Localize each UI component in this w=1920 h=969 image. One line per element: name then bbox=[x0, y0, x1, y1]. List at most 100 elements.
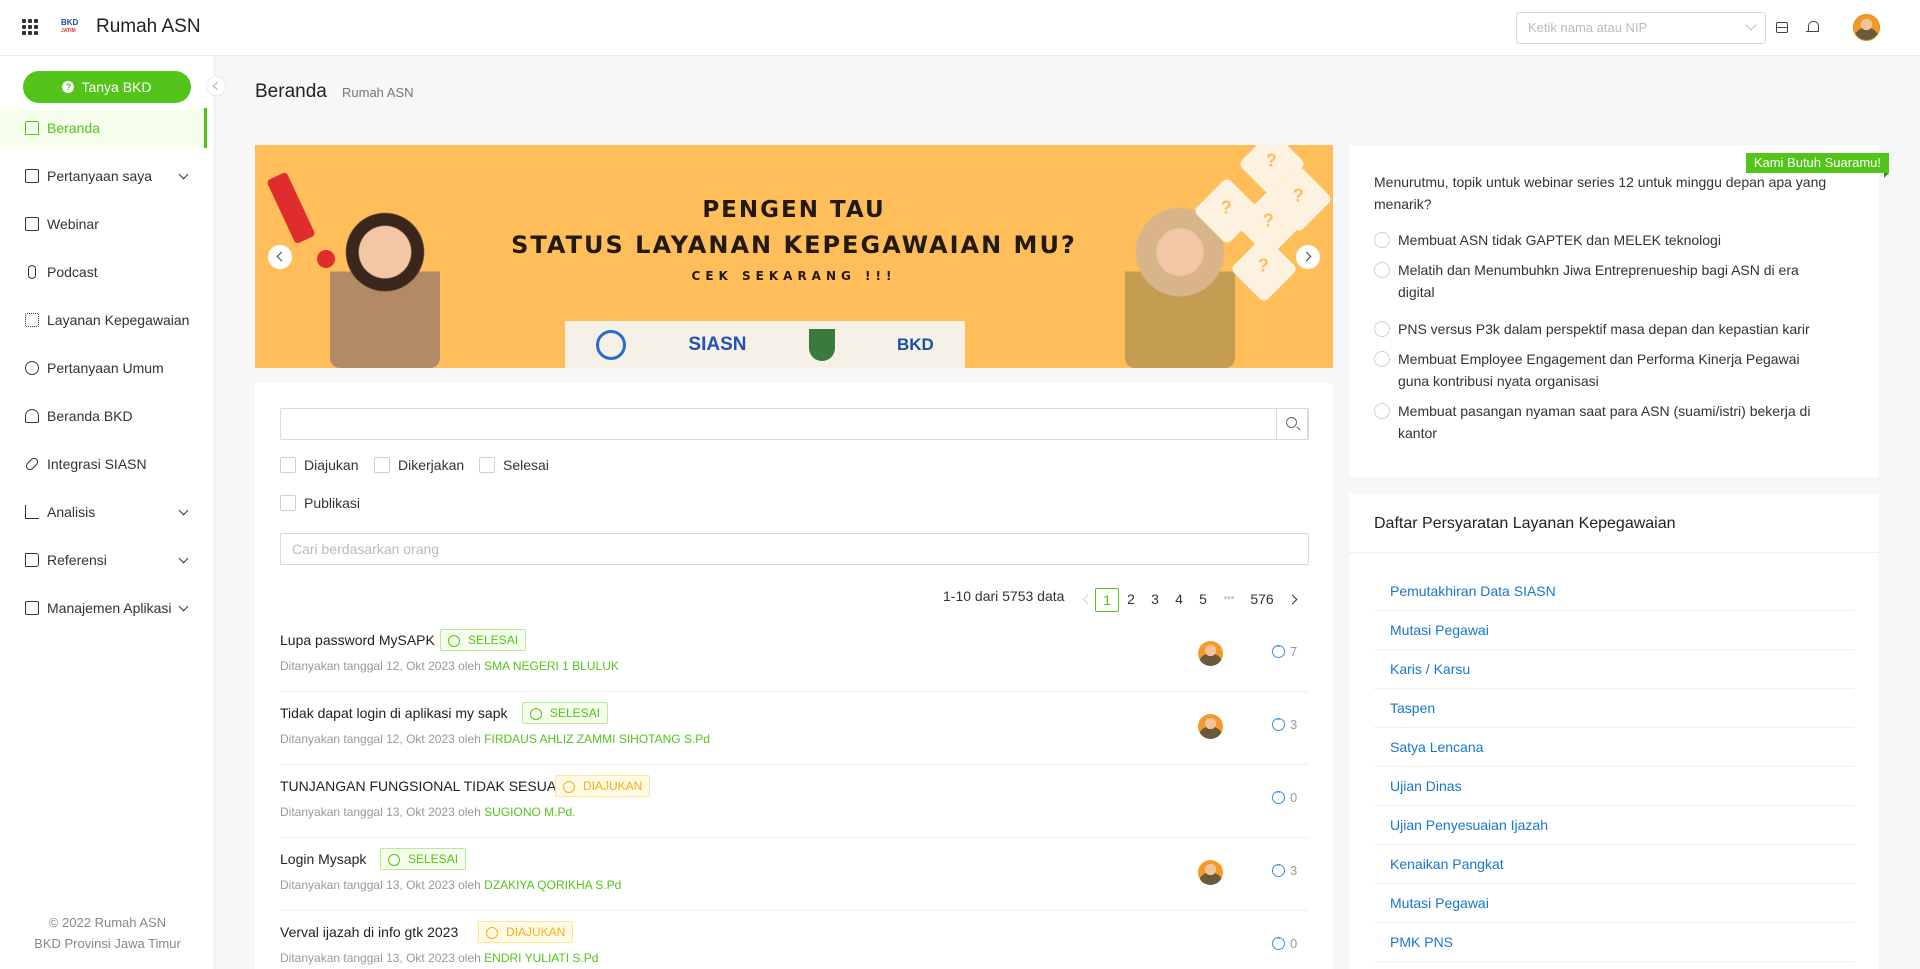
person-search-input[interactable]: Cari berdasarkan orang bbox=[280, 533, 1309, 565]
poll-option[interactable]: Membuat ASN tidak GAPTEK dan MELEK tekno… bbox=[1374, 229, 1824, 251]
carousel-prev-button[interactable] bbox=[268, 245, 292, 269]
question-title[interactable]: Login Mysapk bbox=[280, 851, 366, 867]
carousel-next-button[interactable] bbox=[1296, 245, 1320, 269]
question-search-input[interactable] bbox=[280, 408, 1309, 440]
question-title[interactable]: Tidak dapat login di aplikasi my sapk bbox=[280, 705, 508, 721]
banner-headline-2: STATUS LAYANAN KEPEGAWAIAN MU? bbox=[511, 231, 1077, 259]
comment-icon bbox=[1272, 787, 1285, 804]
poll-option[interactable]: PNS versus P3k dalam perspektif masa dep… bbox=[1374, 318, 1824, 340]
sidebar-item-analisis[interactable]: Analisis bbox=[0, 492, 207, 532]
bell-icon[interactable] bbox=[1806, 20, 1820, 34]
filter-diajukan-checkbox[interactable]: Diajukan bbox=[280, 457, 358, 473]
bkd-banner-logo: BKD bbox=[897, 335, 934, 354]
page-title: Beranda bbox=[255, 81, 327, 102]
pagination-page-1[interactable]: 1 bbox=[1095, 588, 1119, 612]
app-title: Rumah ASN bbox=[96, 16, 201, 37]
requirement-link[interactable]: Kenaikan Pangkat bbox=[1374, 845, 1854, 884]
requirement-link[interactable]: Satya Lencana bbox=[1374, 728, 1854, 767]
pagination-page-4[interactable]: 4 bbox=[1167, 588, 1191, 612]
requirement-link[interactable]: Taspen bbox=[1374, 689, 1854, 728]
question-row[interactable]: Login Mysapk SELESAI Ditanyakan tanggal 13… bbox=[280, 838, 1309, 911]
requirement-link[interactable]: Ujian Dinas bbox=[1374, 767, 1854, 806]
comment-count: 0 bbox=[1272, 787, 1297, 805]
chevron-down-icon[interactable] bbox=[178, 169, 189, 180]
siasn-logo: SIASN bbox=[688, 334, 747, 355]
question-author[interactable]: ENDRI YULIATI S.Pd bbox=[484, 951, 598, 965]
question-author[interactable]: DZAKIYA QORIKHA S.Pd bbox=[484, 878, 621, 892]
responder-avatar bbox=[1198, 641, 1223, 666]
question-meta: Ditanyakan tanggal 12, Okt 2023 oleh FIR… bbox=[280, 732, 710, 746]
radio-button[interactable] bbox=[1374, 321, 1390, 337]
requirement-link[interactable]: Mutasi Pegawai bbox=[1374, 611, 1854, 650]
pagination-last-page[interactable]: 576 bbox=[1250, 588, 1274, 612]
user-avatar[interactable] bbox=[1853, 14, 1880, 41]
requirement-link[interactable]: PMK PNS bbox=[1374, 923, 1854, 962]
collapse-sidebar-button[interactable] bbox=[206, 76, 226, 96]
chevron-down-icon bbox=[1745, 19, 1757, 31]
status-badge: DIAJUKAN bbox=[555, 775, 651, 797]
poll-option-label: PNS versus P3k dalam perspektif masa dep… bbox=[1398, 321, 1810, 337]
poll-ribbon: Kami Butuh Suaramu! bbox=[1745, 153, 1890, 178]
sidebar-item-label: Webinar bbox=[47, 216, 99, 232]
comment-icon bbox=[1272, 933, 1285, 950]
promo-banner[interactable]: ? ? ? ? ? PENGEN TAU STATUS LAYANAN KEPE… bbox=[255, 145, 1333, 368]
ask-bkd-button[interactable]: ? Tanya BKD bbox=[23, 71, 191, 103]
sidebar-item-referensi[interactable]: Referensi bbox=[0, 540, 207, 580]
sidebar-item-integrasi-siasn[interactable]: Integrasi SIASN bbox=[0, 444, 207, 484]
poll-option-label: Melatih dan Menumbuhkn Jiwa Entreprenues… bbox=[1398, 262, 1799, 300]
question-title[interactable]: Verval ijazah di info gtk 2023 bbox=[280, 924, 458, 940]
sidebar-item-label: Layanan Kepegawaian bbox=[47, 312, 190, 328]
chevron-down-icon[interactable] bbox=[178, 505, 189, 516]
sidebar-item-manajemen-aplikasi[interactable]: Manajemen Aplikasi bbox=[0, 588, 207, 628]
banner-logo-strip: SIASN BKD bbox=[565, 321, 965, 368]
chevron-down-icon[interactable] bbox=[178, 601, 189, 612]
question-meta: Ditanyakan tanggal 13, Okt 2023 oleh DZA… bbox=[280, 878, 622, 892]
chevron-down-icon[interactable] bbox=[178, 553, 189, 564]
sidebar-item-podcast[interactable]: Podcast bbox=[0, 252, 207, 292]
requirement-link[interactable]: Karis / Karsu bbox=[1374, 650, 1854, 689]
requirement-link[interactable]: Pemutakhiran Data SIASN bbox=[1374, 572, 1854, 611]
question-author[interactable]: FIRDAUS AHLIZ ZAMMI SIHOTANG S.Pd bbox=[484, 732, 710, 746]
question-title[interactable]: TUNJANGAN FUNGSIONAL TIDAK SESUAI bbox=[280, 778, 560, 794]
question-row[interactable]: Lupa password MySAPK SELESAI Ditanyakan ta… bbox=[280, 619, 1309, 692]
radio-button[interactable] bbox=[1374, 232, 1390, 248]
pagination-page-2[interactable]: 2 bbox=[1119, 588, 1143, 612]
filter-publikasi-checkbox[interactable]: Publikasi bbox=[280, 495, 360, 511]
poll-question: Menurutmu, topik untuk webinar series 12… bbox=[1374, 174, 1827, 212]
filter-dikerjakan-checkbox[interactable]: Dikerjakan bbox=[374, 457, 464, 473]
question-author[interactable]: SUGIONO M.Pd. bbox=[484, 805, 575, 819]
pagination-page-3[interactable]: 3 bbox=[1143, 588, 1167, 612]
link-icon bbox=[24, 456, 40, 472]
radio-button[interactable] bbox=[1374, 262, 1390, 278]
pagination-ellipsis[interactable]: ••• bbox=[1217, 588, 1241, 612]
question-row[interactable]: TUNJANGAN FUNGSIONAL TIDAK SESUAI DIAJUKA… bbox=[280, 765, 1309, 838]
sidebar-item-pertanyaan-saya[interactable]: Pertanyaan saya bbox=[0, 156, 207, 196]
app-settings-icon bbox=[25, 601, 39, 615]
poll-option[interactable]: Membuat Employee Engagement dan Performa… bbox=[1374, 348, 1824, 392]
pagination-next-button[interactable] bbox=[1283, 588, 1307, 612]
nip-search-select[interactable]: Ketik nama atau NIP bbox=[1516, 12, 1766, 44]
radio-button[interactable] bbox=[1374, 351, 1390, 367]
poll-option[interactable]: Melatih dan Menumbuhkn Jiwa Entreprenues… bbox=[1374, 259, 1824, 303]
grid-icon bbox=[25, 313, 39, 327]
poll-option[interactable]: Membuat pasangan nyaman saat para ASN (s… bbox=[1374, 400, 1824, 444]
question-title[interactable]: Lupa password MySAPK bbox=[280, 632, 435, 648]
apps-grid-icon[interactable] bbox=[22, 19, 38, 35]
inbox-icon[interactable] bbox=[1776, 22, 1788, 33]
question-author[interactable]: SMA NEGERI 1 BLULUK bbox=[484, 659, 619, 673]
requirement-link[interactable]: Ujian Penyesuaian Ijazah bbox=[1374, 806, 1854, 845]
sidebar-item-pertanyaan-umum[interactable]: Pertanyaan Umum bbox=[0, 348, 207, 388]
sidebar-item-layanan-kepegawaian[interactable]: Layanan Kepegawaian bbox=[0, 300, 207, 340]
sidebar-item-beranda-bkd[interactable]: Beranda BKD bbox=[0, 396, 207, 436]
question-row[interactable]: Verval ijazah di info gtk 2023 DIAJUKAN Di… bbox=[280, 911, 1309, 969]
question-row[interactable]: Tidak dapat login di aplikasi my sapk SEL… bbox=[280, 692, 1309, 765]
radio-button[interactable] bbox=[1374, 403, 1390, 419]
comment-count: 0 bbox=[1272, 933, 1297, 951]
requirement-link[interactable]: Mutasi Pegawai bbox=[1374, 884, 1854, 923]
responder-avatar bbox=[1198, 860, 1223, 885]
search-button[interactable] bbox=[1276, 408, 1308, 440]
filter-selesai-checkbox[interactable]: Selesai bbox=[479, 457, 549, 473]
pagination-page-5[interactable]: 5 bbox=[1191, 588, 1215, 612]
sidebar-item-beranda[interactable]: Beranda bbox=[0, 108, 207, 148]
sidebar-item-webinar[interactable]: Webinar bbox=[0, 204, 207, 244]
